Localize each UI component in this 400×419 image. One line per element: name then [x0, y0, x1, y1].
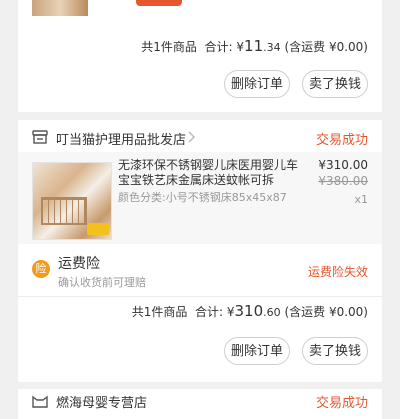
summary-total-label: 合计: ¥: [204, 40, 245, 54]
product-thumbnail[interactable]: [32, 162, 112, 240]
shop-header[interactable]: 叮当猫护理用品批发店 交易成功: [18, 120, 382, 152]
order-card-3: 燃海母婴专营店 交易成功: [18, 389, 382, 419]
order-status: 交易成功: [315, 133, 368, 148]
thumbnail-promo-badge: [87, 223, 109, 235]
shipping-insurance[interactable]: 险 运费险 确认收货前可理赔 运费险失效: [18, 250, 382, 290]
product-thumbnail[interactable]: [32, 0, 88, 16]
summary-total-dec: .60: [263, 306, 281, 319]
summary-shipping: (含运费 ¥0.00): [284, 40, 368, 54]
delete-order-button[interactable]: 删除订单: [224, 70, 290, 98]
summary-total-int: 11: [244, 37, 264, 55]
product-sku: 颜色分类:小号不锈钢床85x45x87: [118, 191, 287, 204]
thumbnail-crib-rails: [41, 197, 87, 225]
summary-count: 共1件商品: [131, 305, 188, 319]
shop-name[interactable]: 燃海母婴专营店: [56, 392, 147, 411]
order-summary: 共1件商品 合计: ¥310.60 (含运费 ¥0.00): [18, 302, 368, 320]
product-price: ¥310.00: [318, 158, 368, 172]
product-title[interactable]: 无漆环保不锈钢婴儿床医用婴儿车宝宝铁艺床金属床送蚊帐可拆: [118, 158, 300, 188]
sell-button[interactable]: 卖了换钱: [302, 70, 368, 98]
product-row[interactable]: 无漆环保不锈钢婴儿床医用婴儿车宝宝铁艺床金属床送蚊帐可拆 颜色分类:小号不锈钢床…: [18, 152, 382, 244]
order-summary: 共1件商品 合计: ¥11.34 (含运费 ¥0.00): [18, 37, 368, 55]
promo-tag: [136, 0, 182, 6]
summary-total-label: 合计: ¥: [194, 305, 235, 319]
sell-button[interactable]: 卖了换钱: [302, 337, 368, 365]
summary-count: 共1件商品: [141, 40, 197, 54]
insurance-subtitle: 确认收货前可理赔: [58, 276, 146, 289]
summary-total-dec: .34: [263, 41, 281, 54]
summary-total-int: 310: [234, 302, 264, 320]
product-quantity: x1: [354, 193, 368, 206]
order-status: 交易成功: [315, 396, 368, 411]
delete-order-button[interactable]: 删除订单: [224, 337, 290, 365]
shop-icon: [32, 130, 48, 144]
order-card-2: 叮当猫护理用品批发店 交易成功 无漆环保不锈钢婴儿床医用婴儿车宝宝铁艺床金属床送…: [18, 120, 382, 382]
order-card-1: 共1件商品 合计: ¥11.34 (含运费 ¥0.00) 删除订单 卖了换钱: [18, 0, 382, 112]
chevron-right-icon: [188, 131, 196, 143]
insurance-status: 运费险失效: [307, 265, 368, 279]
summary-shipping: (含运费 ¥0.00): [284, 305, 368, 319]
insurance-title: 运费险: [58, 256, 100, 272]
cat-shop-icon: [32, 395, 48, 408]
insurance-icon: 险: [32, 260, 50, 278]
product-original-price: ¥380.00: [318, 174, 368, 188]
shop-name[interactable]: 叮当猫护理用品批发店: [56, 129, 186, 148]
divider: [18, 296, 382, 297]
